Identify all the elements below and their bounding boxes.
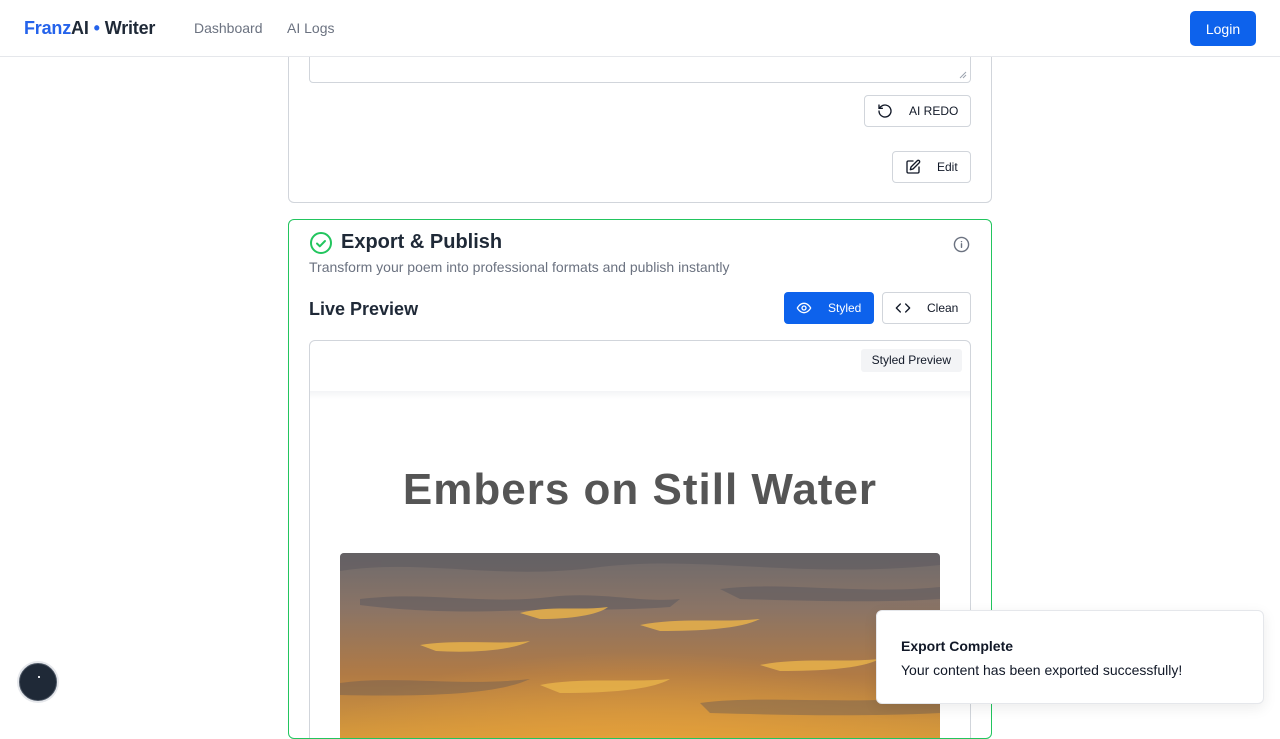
brand-franz: Franz [24, 18, 72, 38]
clean-view-button[interactable]: Clean [882, 292, 971, 324]
edit-label: Edit [937, 160, 958, 174]
app-header: FranzAI • Writer Dashboard AI Logs Login [0, 0, 1280, 57]
poem-cover-image [340, 553, 940, 738]
export-subtitle: Transform your poem into professional fo… [309, 259, 730, 275]
styled-preview-badge: Styled Preview [860, 349, 962, 372]
nav-ai-logs[interactable]: AI Logs [287, 20, 334, 36]
eye-icon [796, 300, 812, 316]
code-icon [895, 300, 911, 316]
brand-logo[interactable]: FranzAI • Writer [24, 18, 155, 39]
nav-dashboard[interactable]: Dashboard [194, 20, 263, 36]
toast-message: Your content has been exported successfu… [901, 662, 1183, 678]
check-circle-icon [309, 231, 333, 255]
live-preview-heading: Live Preview [309, 299, 419, 319]
rotate-ccw-icon [877, 103, 893, 119]
toast-title: Export Complete [901, 638, 1014, 654]
preview-divider [310, 391, 970, 399]
pencil-square-icon [905, 159, 921, 175]
poem-title: Embers on Still Water [402, 465, 878, 514]
brand-dot: • [93, 18, 100, 38]
export-toast[interactable]: Export Complete Your content has been ex… [876, 610, 1264, 704]
resize-grip-icon[interactable] [959, 71, 967, 79]
floating-assistant-button[interactable] [19, 663, 57, 701]
styled-preview-frame: Styled Preview Embers on Still Water [309, 340, 971, 738]
info-icon[interactable] [953, 236, 970, 253]
clean-view-label: Clean [927, 301, 959, 315]
login-button[interactable]: Login [1190, 11, 1256, 46]
ai-redo-label: AI REDO [909, 104, 959, 118]
ai-redo-button[interactable]: AI REDO [864, 95, 971, 127]
edit-button[interactable]: Edit [892, 151, 971, 183]
assistant-dot-icon [38, 676, 40, 678]
styled-view-label: Styled [828, 301, 862, 315]
styled-view-button[interactable]: Styled [784, 292, 874, 324]
export-title: Export & Publish [341, 231, 503, 253]
brand-writer: Writer [104, 18, 156, 38]
brand-ai: AI [71, 18, 89, 38]
